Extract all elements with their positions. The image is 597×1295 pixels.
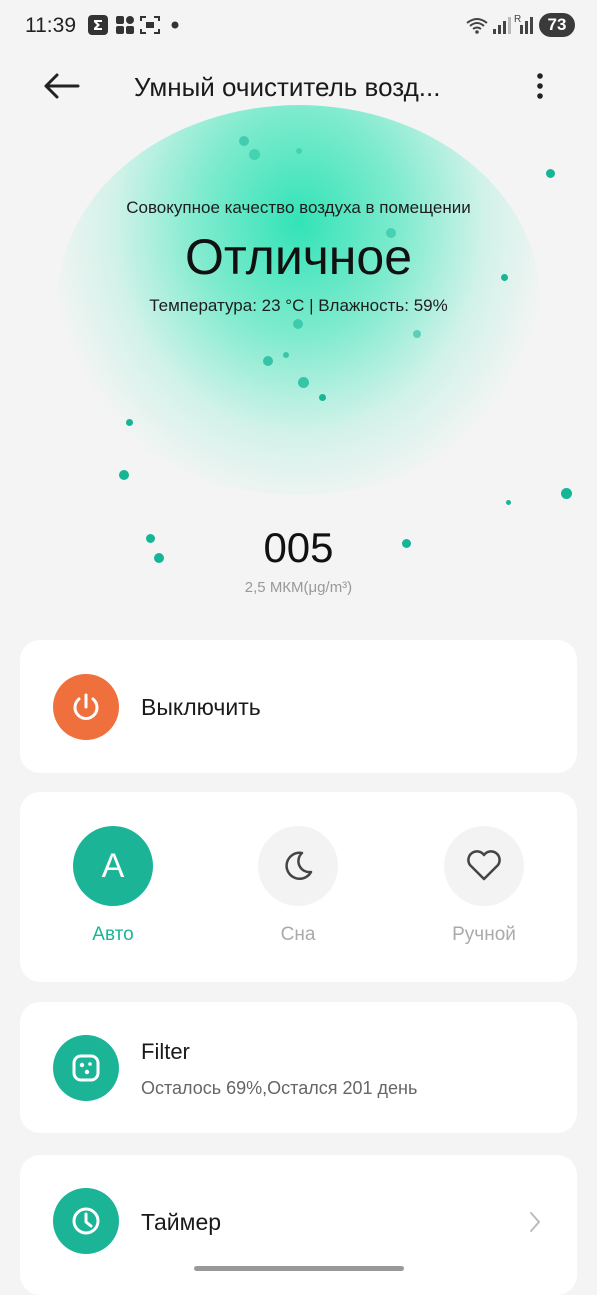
- filter-icon-badge: [53, 1035, 119, 1101]
- modes-card: A Авто Сна Ручной: [20, 792, 577, 982]
- particle: [249, 149, 260, 160]
- particle: [119, 470, 129, 480]
- particle: [293, 319, 303, 329]
- chevron-right-icon[interactable]: [528, 1210, 542, 1234]
- back-arrow-icon: [44, 73, 80, 99]
- screenshot-icon: [140, 16, 160, 34]
- particle: [263, 356, 273, 366]
- air-quality-rating: Отличное: [184, 229, 413, 285]
- particle: [126, 419, 133, 426]
- signal-icon: [493, 17, 511, 34]
- roaming-badge: R: [514, 14, 522, 25]
- filter-status: Осталось 69%,Остался 201 день: [141, 1078, 418, 1098]
- timer-label: Таймер: [141, 1209, 222, 1235]
- mode-manual-label[interactable]: Ручной: [424, 924, 544, 946]
- page-title: Умный очиститель возд...: [134, 72, 441, 102]
- temperature-humidity: Температура: 23 °C | Влажность: 59%: [149, 296, 448, 315]
- particle: [546, 169, 555, 178]
- pm25-unit: 2,5 МКМ(μg/m³): [244, 579, 353, 596]
- mode-auto-button[interactable]: A: [73, 826, 153, 906]
- grid-app-icon: [116, 16, 134, 34]
- particle: [413, 330, 421, 338]
- more-vertical-icon: [537, 73, 543, 99]
- particle: [283, 352, 289, 358]
- pm25-value: 005: [263, 524, 334, 571]
- power-card[interactable]: Выключить: [20, 640, 577, 773]
- more-options-button[interactable]: [528, 68, 552, 104]
- heart-icon: [467, 850, 501, 881]
- home-indicator[interactable]: [194, 1266, 404, 1271]
- particle: [506, 500, 511, 505]
- particle: [319, 394, 326, 401]
- mode-sleep-button[interactable]: [258, 826, 338, 906]
- particle: [239, 136, 249, 146]
- air-quality-subtitle: Совокупное качество воздуха в помещении: [126, 198, 471, 217]
- filter-icon: [72, 1054, 100, 1082]
- particle: [296, 148, 302, 154]
- auto-mode-icon: A: [101, 846, 125, 885]
- moon-icon: [285, 851, 313, 881]
- battery-indicator: 73: [539, 13, 575, 37]
- sigma-app-icon: [88, 15, 108, 35]
- power-label: Выключить: [141, 694, 261, 720]
- filter-card[interactable]: Filter Осталось 69%,Остался 201 день: [20, 1002, 577, 1133]
- mode-manual-button[interactable]: [444, 826, 524, 906]
- filter-title: Filter: [141, 1039, 190, 1064]
- back-button[interactable]: [40, 68, 84, 104]
- clock-icon: [72, 1207, 100, 1235]
- mode-sleep-label[interactable]: Сна: [238, 924, 358, 946]
- notification-dot-icon: [171, 21, 179, 29]
- power-icon: [73, 693, 99, 720]
- wifi-icon: [466, 18, 488, 34]
- timer-icon-badge: [53, 1188, 119, 1254]
- power-button[interactable]: [53, 674, 119, 740]
- particle: [298, 377, 309, 388]
- status-bar: 11:39 R 73: [0, 0, 597, 52]
- particle: [561, 488, 572, 499]
- timer-card[interactable]: Таймер: [20, 1155, 577, 1295]
- status-time: 11:39: [25, 14, 76, 37]
- mode-auto-label[interactable]: Авто: [53, 924, 173, 946]
